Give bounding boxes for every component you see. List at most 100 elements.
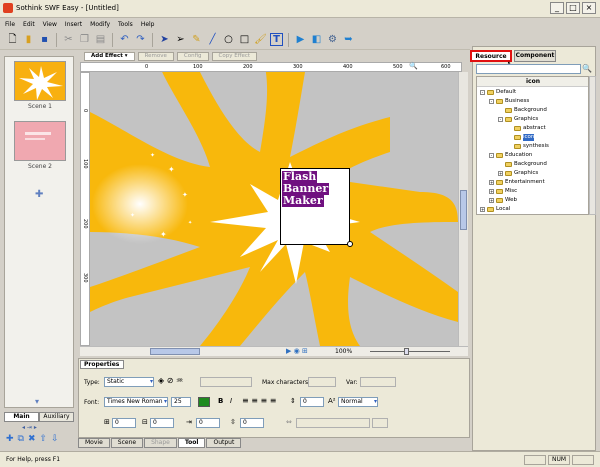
- menu-file[interactable]: File: [5, 21, 15, 28]
- scrollbar-thumb[interactable]: [460, 190, 467, 230]
- tab-scene[interactable]: Scene: [110, 438, 144, 448]
- stage-canvas[interactable]: ✦ ✦ ✦ ✦ ✦ ✦: [90, 72, 458, 346]
- tree-scrollbar[interactable]: [589, 76, 596, 215]
- text-icon[interactable]: T: [270, 33, 283, 46]
- expand-toggle-icon[interactable]: -: [480, 90, 485, 95]
- tree-item[interactable]: + Entertainment: [489, 179, 545, 186]
- tree-item[interactable]: + Misc: [489, 188, 517, 195]
- export-icon[interactable]: ➥: [342, 33, 355, 46]
- starburst-graphic[interactable]: ✦ ✦ ✦ ✦ ✦ ✦: [90, 72, 458, 346]
- expand-toggle-icon[interactable]: -: [489, 153, 494, 158]
- redo-icon[interactable]: ↷: [134, 33, 147, 46]
- tree-item[interactable]: + Local: [480, 206, 510, 213]
- save-icon[interactable]: ▪: [38, 33, 51, 46]
- move-up-icon[interactable]: ⇧: [40, 434, 48, 444]
- text-color-swatch[interactable]: [198, 397, 210, 407]
- pencil-icon[interactable]: ✎: [190, 33, 203, 46]
- minimize-button[interactable]: _: [550, 2, 564, 14]
- maximize-button[interactable]: □: [566, 2, 580, 14]
- expand-toggle-icon[interactable]: +: [489, 198, 494, 203]
- tab-shape[interactable]: Shape: [144, 438, 177, 448]
- menu-insert[interactable]: Insert: [65, 21, 82, 28]
- play-preview-icon[interactable]: ▶ ◉ ⊞: [286, 347, 308, 355]
- line-spacing-icon[interactable]: ⇕: [290, 397, 296, 405]
- horizontal-scrollbar-thumb[interactable]: [150, 348, 200, 355]
- indent-field[interactable]: 0: [196, 418, 220, 428]
- copy-effect-button[interactable]: Copy Effect: [211, 51, 258, 61]
- margin-right-field[interactable]: 0: [150, 418, 174, 428]
- tab-output[interactable]: Output: [206, 438, 242, 448]
- rectangle-icon[interactable]: □: [238, 33, 251, 46]
- properties-tab[interactable]: Properties: [80, 360, 124, 369]
- publish-icon[interactable]: ⚙: [326, 33, 339, 46]
- tab-component[interactable]: Component: [514, 50, 556, 62]
- text-options-icons[interactable]: ◈ ⊘ ♒: [158, 376, 183, 385]
- vertical-scrollbar[interactable]: [458, 72, 468, 346]
- resource-search-input[interactable]: [476, 64, 581, 74]
- tab-resource[interactable]: Resource: [470, 50, 512, 62]
- expand-toggle-icon[interactable]: +: [489, 180, 494, 185]
- movie-icon[interactable]: ◧: [310, 33, 323, 46]
- menu-help[interactable]: Help: [141, 21, 155, 28]
- search-icon[interactable]: 🔍: [409, 62, 418, 70]
- play-icon[interactable]: ▶: [294, 33, 307, 46]
- resize-handle[interactable]: [347, 241, 353, 247]
- add-scene-icon[interactable]: ✚: [35, 189, 43, 200]
- font-select[interactable]: Times New Roman ▾: [104, 397, 168, 407]
- tree-item[interactable]: Background: [498, 161, 547, 168]
- alignment-mode-select[interactable]: Normal ▾: [338, 397, 378, 407]
- banner-text[interactable]: Flash Banner Maker: [282, 171, 330, 207]
- align-icons[interactable]: ≡ ≡ ≡ ≡: [242, 396, 276, 405]
- tree-item[interactable]: Background: [498, 107, 547, 114]
- bold-button[interactable]: B: [218, 397, 223, 405]
- delete-scene-icon[interactable]: ✖: [28, 434, 36, 444]
- config-button[interactable]: Config: [176, 51, 209, 61]
- expand-toggle-icon[interactable]: +: [480, 207, 485, 212]
- close-button[interactable]: ×: [582, 2, 596, 14]
- expand-toggle-icon[interactable]: -: [498, 117, 503, 122]
- line-spacing-field[interactable]: 0: [240, 418, 264, 428]
- new-icon[interactable]: 🗋: [6, 33, 19, 46]
- scene-thumbnail-2[interactable]: [14, 121, 66, 161]
- tree-item[interactable]: - Default: [480, 89, 516, 96]
- menu-modify[interactable]: Modify: [90, 21, 110, 28]
- tree-item[interactable]: - Graphics: [498, 116, 538, 123]
- search-icon[interactable]: 🔍: [582, 64, 592, 73]
- margin-left-field[interactable]: 0: [112, 418, 136, 428]
- italic-button[interactable]: I: [230, 397, 232, 405]
- tree-item[interactable]: + Web: [489, 197, 517, 204]
- copy-icon[interactable]: ❐: [78, 33, 91, 46]
- panel-expand-icon[interactable]: ◂ ⇥ ▸: [22, 424, 37, 431]
- move-down-icon[interactable]: ⇩: [51, 434, 59, 444]
- font-size-field[interactable]: 25: [171, 397, 191, 407]
- open-icon[interactable]: ▮: [22, 33, 35, 46]
- tree-item[interactable]: abstract: [507, 125, 546, 132]
- remove-button[interactable]: Remove: [137, 51, 174, 61]
- brush-icon[interactable]: 🖌: [254, 33, 267, 46]
- ellipse-icon[interactable]: ○: [222, 33, 235, 46]
- tree-item[interactable]: + Graphics: [498, 170, 538, 177]
- tab-auxiliary[interactable]: Auxiliary: [39, 412, 74, 422]
- line-icon[interactable]: ╱: [206, 33, 219, 46]
- tab-movie[interactable]: Movie: [78, 438, 110, 448]
- expand-toggle-icon[interactable]: -: [489, 99, 494, 104]
- chevron-down-icon[interactable]: ▾: [35, 397, 39, 406]
- menu-edit[interactable]: Edit: [23, 21, 35, 28]
- tab-tool[interactable]: Tool: [177, 438, 206, 448]
- duplicate-scene-icon[interactable]: ⧉: [18, 434, 24, 444]
- subselect-icon[interactable]: ➢: [174, 33, 187, 46]
- add-effect-button[interactable]: Add Effect ▾: [84, 51, 135, 61]
- tree-item[interactable]: - Business: [489, 98, 529, 105]
- character-spacing-field[interactable]: 0: [300, 397, 324, 407]
- scene-thumbnail-1[interactable]: [14, 61, 66, 101]
- menu-view[interactable]: View: [43, 21, 57, 28]
- paste-icon[interactable]: ▤: [94, 33, 107, 46]
- superscript-icon[interactable]: A²: [328, 397, 336, 405]
- add-scene-icon[interactable]: ✚: [6, 434, 14, 444]
- tab-main[interactable]: Main: [4, 412, 39, 422]
- tree-item[interactable]: synthesis: [507, 143, 549, 150]
- expand-toggle-icon[interactable]: +: [489, 189, 494, 194]
- type-select[interactable]: Static ▾: [104, 377, 154, 387]
- select-icon[interactable]: ➤: [158, 33, 171, 46]
- zoom-slider[interactable]: [370, 351, 450, 352]
